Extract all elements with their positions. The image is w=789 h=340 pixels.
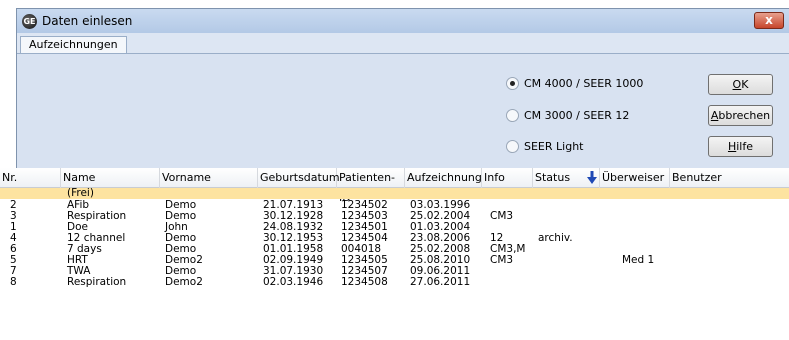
cell-vorname: Demo2 (165, 276, 203, 288)
column-header-vorname[interactable]: Vorname (160, 168, 258, 188)
column-header-ueberweiser[interactable]: Überweiser (600, 168, 670, 188)
cancel-label-rest: bbrechen (718, 109, 771, 122)
column-header-info[interactable]: Info (482, 168, 533, 188)
cell-ueberweiser: Med 1 (622, 254, 655, 266)
close-icon: x (765, 13, 773, 27)
cell-info: CM3 (490, 254, 514, 266)
radio-option-seer-light[interactable]: SEER Light (506, 140, 583, 153)
options-panel: CM 4000 / SEER 1000 CM 3000 / SEER 12 SE… (17, 53, 789, 177)
records-table[interactable]: Nr. Name Vorname Geburtsdatum Patienten-… (0, 168, 789, 340)
cell-name: Respiration (67, 276, 127, 288)
cell-patid: 1234508 (341, 276, 388, 288)
cell-status: archiv. (538, 232, 573, 244)
help-accel: H (727, 140, 737, 153)
radio-option-cm4000[interactable]: CM 4000 / SEER 1000 (506, 77, 643, 90)
cancel-button[interactable]: Abbrechen (708, 105, 773, 126)
column-header-geburtsdatum[interactable]: Geburtsdatum (258, 168, 340, 188)
radio-label: CM 3000 / SEER 12 (524, 109, 630, 122)
cell-geburtsdatum: 02.03.1946 (263, 276, 324, 288)
cell-name: (Frei) (67, 187, 94, 199)
close-button[interactable]: x (754, 12, 784, 29)
column-header-patienten-id[interactable]: Patienten-ID (337, 168, 405, 204)
table-row[interactable]: 67 days Demo 01.01.1958 004018 25.02.2008 CM3… (0, 244, 789, 255)
table-row[interactable]: (Frei) (0, 188, 789, 199)
tab-strip: Aufzeichnungen (17, 33, 789, 54)
radio-button[interactable] (506, 77, 519, 90)
radio-button[interactable] (506, 109, 519, 122)
table-row[interactable]: 5 HRT Demo2 02.09.1949 1234505 25.08.2010 CM3 M… (0, 255, 789, 266)
table-row[interactable]: 3 Respiration Demo 30.12.1928 1234503 25.02.2… (0, 211, 789, 222)
radio-label: CM 4000 / SEER 1000 (524, 77, 644, 90)
help-button[interactable]: Hilfe (708, 136, 773, 157)
ok-button[interactable]: OK (708, 74, 773, 95)
ok-label-rest: K (741, 78, 749, 91)
column-header-name[interactable]: Name (61, 168, 160, 188)
ge-logo-icon: GE (22, 13, 37, 29)
help-label-rest: ilfe (736, 140, 754, 153)
cell-info: CM3 (490, 210, 514, 222)
sort-down-arrow-icon[interactable] (587, 171, 597, 185)
column-header-aufzeichnung[interactable]: Aufzeichnung (405, 168, 482, 188)
tab-aufzeichnungen[interactable]: Aufzeichnungen (20, 36, 127, 54)
ok-accel: O (732, 78, 742, 91)
column-header-nr[interactable]: Nr. (0, 168, 61, 188)
title-bar[interactable]: GE Daten einlesen x (17, 9, 789, 33)
table-row[interactable]: 8 Respiration Demo2 02.03.1946 1234508 27.06.… (0, 277, 789, 288)
cell-aufz: 27.06.2011 (410, 276, 471, 288)
table-row[interactable]: 4 12 channel Demo 30.12.1953 1234504 23.08.20… (0, 233, 789, 244)
cell-nr: 8 (10, 276, 17, 288)
table-header: Nr. Name Vorname Geburtsdatum Patienten-… (0, 168, 789, 204)
column-header-benutzer[interactable]: Benutzer (670, 168, 789, 188)
window-title: Daten einlesen (42, 14, 133, 28)
radio-button[interactable] (506, 140, 519, 153)
radio-option-cm3000[interactable]: CM 3000 / SEER 12 (506, 109, 629, 122)
radio-label: SEER Light (524, 140, 584, 153)
